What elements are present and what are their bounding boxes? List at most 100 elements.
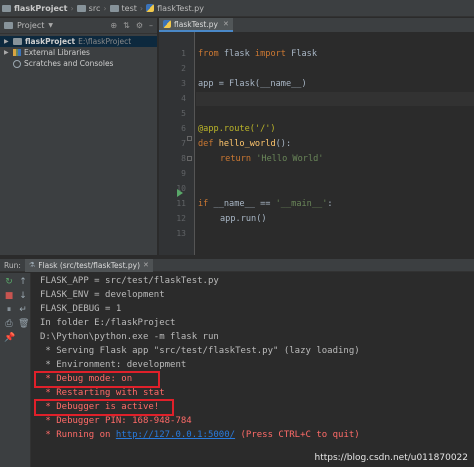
project-panel: Project ▼ ⊕ ⇅ ⚙ – ▶ flaskProject E:\flas… [0,18,158,255]
fold-icon[interactable] [187,156,192,161]
code-line-3: app = Flask(__name__) [198,79,307,89]
breadcrumb-project[interactable]: flaskProject [14,4,67,13]
rerun-icon[interactable]: ↻ [4,277,14,287]
python-file-icon [163,20,171,28]
scratches-icon [13,59,21,68]
run-label: Run: [4,260,21,270]
breadcrumb-separator: › [103,3,107,13]
code-text: (): [275,139,292,149]
arrow-down-icon[interactable]: ↓ [18,291,28,301]
close-icon[interactable]: ✕ [223,20,229,28]
line-number: 6 [181,124,186,133]
soft-wrap-icon[interactable]: ↵ [18,305,28,315]
pin-icon[interactable]: 📌 [4,333,15,343]
running-prefix: * Running on [40,430,116,440]
code-text: flask [218,49,255,59]
line-number: 9 [181,169,186,178]
editor-tab-bar: flaskTest.py ✕ [159,18,474,32]
watermark: https://blog.csdn.net/u011870022 [314,453,468,463]
folder-icon [109,4,119,12]
tree-item-scratches[interactable]: Scratches and Consoles [0,58,157,69]
highlight-box-debug-mode [34,371,160,388]
run-tab-label: Flask (src/test/flaskTest.py) [38,260,141,270]
console-line: D:\Python\python.exe -m flask run [40,332,219,342]
chevron-down-icon[interactable]: ▼ [48,22,53,29]
tree-item-external-libraries[interactable]: ▶ External Libraries [0,47,157,58]
breadcrumb-src[interactable]: src [89,4,101,13]
project-toolbar: ⊕ ⇅ ⚙ – [110,21,157,30]
running-suffix: (Press CTRL+C to quit) [235,430,360,440]
console-line: * Serving Flask app "src/test/flaskTest.… [40,346,360,356]
line-number: 2 [181,64,186,73]
string-literal: '__main__' [275,199,328,209]
collapse-icon[interactable]: ⇅ [123,21,130,30]
code-area[interactable]: from flask import Flask app = Flask(__na… [196,32,474,255]
fold-icon[interactable] [187,136,192,141]
pause-icon[interactable]: ⏸ [4,305,14,315]
code-text: : [327,199,333,209]
minimize-icon[interactable]: – [149,21,153,30]
project-panel-header: Project ▼ ⊕ ⇅ ⚙ – [0,18,157,34]
keyword: return [220,154,257,164]
tree-item-path: E:\flaskProject [78,37,132,46]
run-gutter-icon[interactable] [177,189,183,197]
console-line: * Debugger PIN: 168-948-784 [40,416,192,426]
tree-item-label: Scratches and Consoles [24,59,114,68]
breadcrumb: flaskProject › src › test › flaskTest.py [0,0,474,17]
current-line-highlight [196,92,474,106]
line-number: 3 [181,79,186,88]
chevron-right-icon[interactable]: ▶ [4,49,10,56]
breadcrumb-test[interactable]: test [122,4,137,13]
print-icon[interactable]: ⎙ [4,319,14,329]
folder-icon [76,4,86,12]
function-name: hello_world [218,139,276,149]
code-line-12: app.run() [220,214,267,224]
code-text: __name__ == [213,199,276,209]
breadcrumb-file[interactable]: flaskTest.py [157,4,204,13]
run-toolbar: ↻ ↑ ■ ↓ ⏸ ↵ ⎙ 🗑 📌 [0,273,31,467]
breadcrumb-separator: › [70,3,74,13]
breadcrumb-separator: › [139,3,144,13]
tab-flasktest[interactable]: flaskTest.py ✕ [159,18,233,32]
line-number: 4 [181,94,186,103]
run-console[interactable]: FLASK_APP = src/test/flaskTest.py FLASK_… [32,273,474,467]
gear-icon[interactable]: ⚙ [136,21,143,30]
line-number: 7 [181,139,186,148]
code-text: Flask [285,49,318,59]
console-line: * Restarting with stat [40,388,165,398]
python-file-icon [146,4,155,12]
console-line: FLASK_DEBUG = 1 [40,304,122,314]
line-number: 11 [176,199,186,208]
console-line: In folder E:/flaskProject [40,318,176,328]
console-line-running: * Running on http://127.0.0.1:5000/ (Pre… [40,430,360,440]
close-icon[interactable]: ✕ [143,261,149,269]
code-line-6: @app.route('/') [198,124,276,134]
code-line-7: def hello_world(): [198,139,291,149]
line-number: 5 [181,109,186,118]
trash-icon[interactable]: 🗑 [18,319,29,329]
stop-icon[interactable]: ■ [4,291,14,301]
code-editor: flaskTest.py ✕ 1 2 3 4 5 6 7 8 9 10 11 1… [159,18,474,255]
tree-item-flaskproject[interactable]: ▶ flaskProject E:\flaskProject [0,36,157,47]
locate-icon[interactable]: ⊕ [110,21,117,30]
tab-label: flaskTest.py [174,19,218,29]
console-line: * Environment: development [40,360,187,370]
keyword: from [198,49,219,59]
code-line-8: return 'Hello World' [220,154,323,164]
run-tab-flask[interactable]: ⚗ Flask (src/test/flaskTest.py) ✕ [24,258,153,272]
console-line: FLASK_ENV = development [40,290,165,300]
folder-icon [2,4,11,12]
keyword: def [198,139,219,149]
tree-item-label: flaskProject [25,37,76,46]
line-number: 12 [176,214,186,223]
run-panel-header: Run: ⚗ Flask (src/test/flaskTest.py) ✕ [0,258,474,272]
string-literal: 'Hello World' [256,154,324,164]
keyword: import [254,49,286,59]
project-view-selector[interactable]: Project [17,21,44,30]
line-number: 1 [181,49,186,58]
server-url-link[interactable]: http://127.0.0.1:5000/ [116,430,235,440]
arrow-up-icon[interactable]: ↑ [18,277,28,287]
chevron-right-icon[interactable]: ▶ [4,38,10,45]
line-number-gutter: 1 2 3 4 5 6 7 8 9 10 11 12 13 [159,32,195,255]
library-icon [13,49,21,56]
